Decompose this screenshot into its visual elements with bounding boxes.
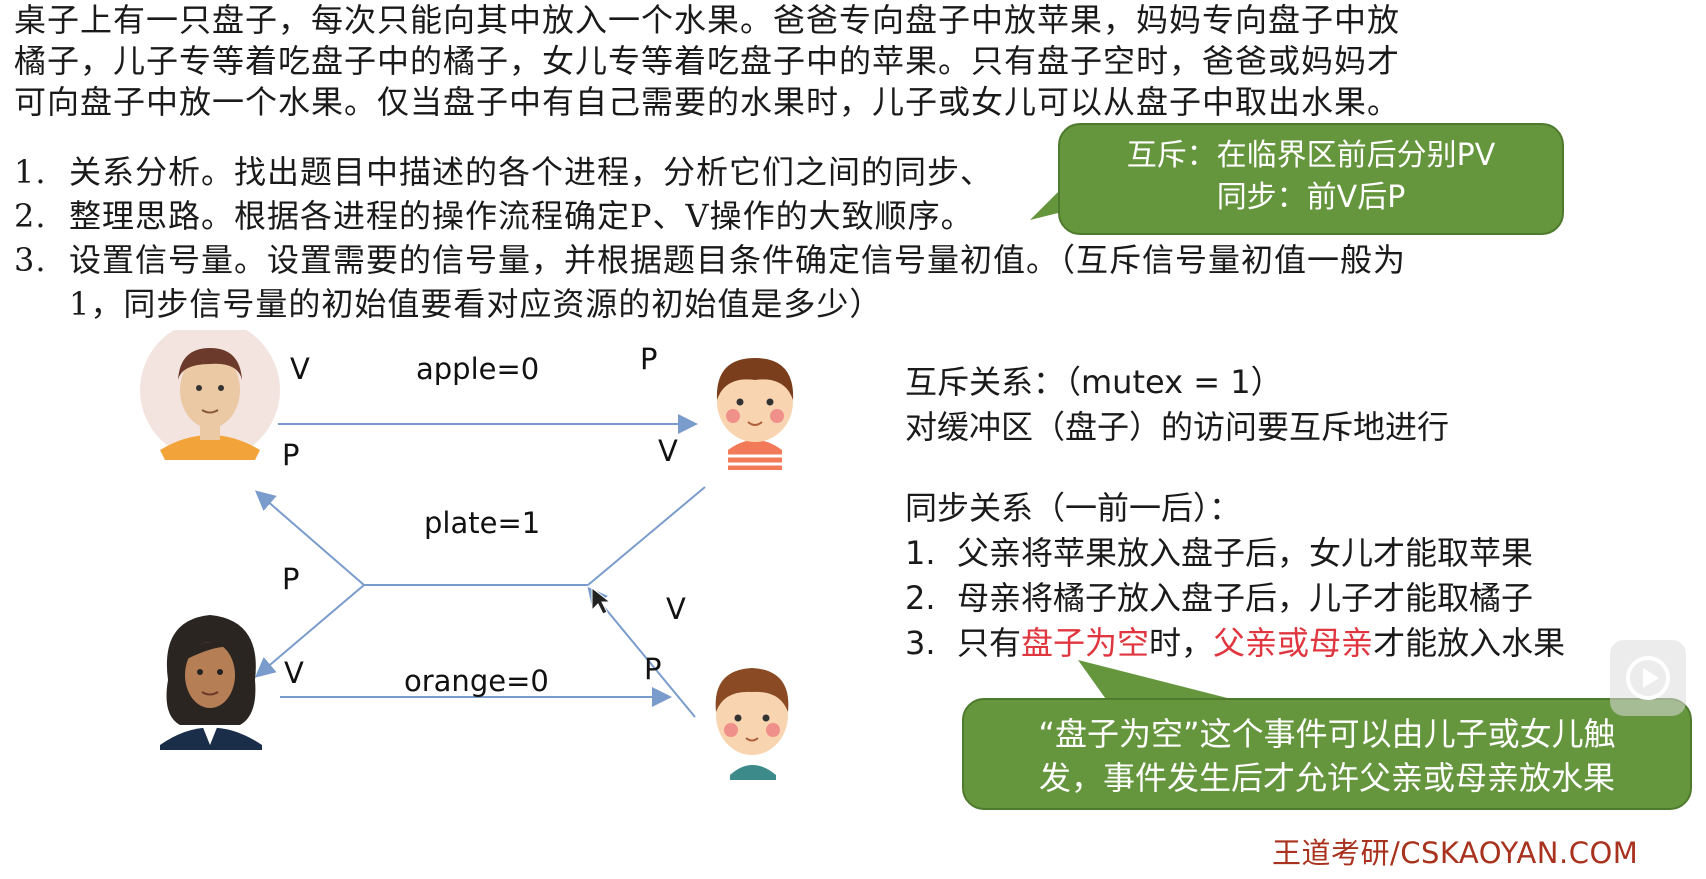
- label-v-daughter: V: [658, 434, 678, 468]
- mutex-desc: 对缓冲区（盘子）的访问要互斥地进行: [905, 408, 1450, 446]
- label-v-son: V: [666, 592, 686, 626]
- play-icon: [1626, 656, 1670, 700]
- step-text: 设置信号量。设置需要的信号量，并根据题目条件确定信号量初值。（互斥信号量初值一般…: [69, 241, 1407, 279]
- step-number: 2.: [14, 197, 47, 235]
- step-text: 关系分析。找出题目中描述的各个进程，分析它们之间的同步、: [69, 153, 994, 191]
- label-p-mother: P: [282, 562, 300, 596]
- plate-to-father-arrow: [254, 490, 365, 586]
- label-p-father: P: [282, 438, 300, 472]
- mother-avatar: [160, 615, 262, 750]
- callout-bottom-line-1: “盘子为空”这个事件可以由儿子或女儿触: [1038, 715, 1616, 753]
- father-avatar: [140, 330, 280, 460]
- play-button[interactable]: [1610, 640, 1686, 716]
- plate-to-mother-arrow: [254, 584, 365, 678]
- sync-title: 同步关系（一前一后）：: [905, 489, 1242, 527]
- callout-top-line-2: 同步：前V后P: [1216, 180, 1406, 215]
- sync-item: 3. 只有盘子为空时，父亲或母亲才能放入水果: [905, 621, 1685, 666]
- sync-item-number: 1.: [905, 534, 936, 572]
- diagram-arrows: [140, 330, 794, 780]
- callout-bottom-line-2: 发，事件发生后才允许父亲或母亲放水果: [1038, 759, 1615, 797]
- sync-item-text-pre: 只有: [957, 624, 1022, 662]
- relations-panel: 互斥关系：（mutex = 1） 对缓冲区（盘子）的访问要互斥地进行 同步关系（…: [905, 360, 1685, 666]
- label-orange: orange=0: [404, 664, 549, 698]
- sync-item: 1. 父亲将苹果放入盘子后，女儿才能取苹果: [905, 531, 1685, 576]
- sync-item-text-post: 才能放入水果: [1373, 624, 1566, 662]
- intro-line-3: 可向盘子中放一个水果。仅当盘子中有自己需要的水果时，儿子或女儿可以从盘子中取出水…: [14, 83, 1401, 121]
- label-p-daughter: P: [640, 342, 658, 376]
- sync-item-text: 母亲将橘子放入盘子后，儿子才能取橘子: [957, 579, 1534, 617]
- step-item: 3. 设置信号量。设置需要的信号量，并根据题目条件确定信号量初值。（互斥信号量初…: [14, 238, 1574, 282]
- label-v-mother: V: [284, 656, 304, 690]
- intro-line-1: 桌子上有一只盘子，每次只能向其中放入一个水果。爸爸专向盘子中放苹果，妈妈专向盘子…: [14, 1, 1401, 39]
- label-v-father: V: [290, 352, 310, 386]
- label-plate: plate=1: [424, 506, 541, 540]
- step-number: 1.: [14, 153, 47, 191]
- callout-bottom: “盘子为空”这个事件可以由儿子或女儿触 发，事件发生后才允许父亲或母亲放水果: [962, 698, 1692, 810]
- intro-line-2: 橘子，儿子专等着吃盘子中的橘子，女儿专等着吃盘子中的苹果。只有盘子空时，爸爸或妈…: [14, 42, 1401, 80]
- label-apple: apple=0: [416, 352, 540, 386]
- step-text: 整理思路。根据各进程的操作流程确定P、V操作的大致顺序。: [69, 197, 974, 235]
- callout-top: 互斥：在临界区前后分别PV 同步：前V后P: [1058, 123, 1564, 235]
- daughter-avatar: [716, 358, 794, 470]
- highlight-plate-empty: 盘子为空: [1021, 624, 1150, 662]
- step-3-continuation: 1，同步信号量的初始值要看对应资源的初始值是多少）: [69, 285, 883, 323]
- label-p-son: P: [644, 652, 662, 686]
- sync-item-text-mid: 时，: [1149, 624, 1214, 662]
- pv-diagram: V apple=0 P P V plate=1 P V V orange=0 P: [0, 330, 900, 850]
- daughter-to-plate-line: [587, 486, 706, 586]
- callout-top-line-1: 互斥：在临界区前后分别PV: [1126, 138, 1496, 173]
- mutex-title: 互斥关系：（mutex = 1）: [905, 363, 1283, 401]
- sync-item-number: 2.: [905, 579, 936, 617]
- highlight-parent: 父亲或母亲: [1213, 624, 1374, 662]
- son-avatar: [715, 668, 789, 780]
- step-number: 3.: [14, 241, 47, 279]
- sync-item-text: 父亲将苹果放入盘子后，女儿才能取苹果: [957, 534, 1534, 572]
- problem-statement: 桌子上有一只盘子，每次只能向其中放入一个水果。爸爸专向盘子中放苹果，妈妈专向盘子…: [14, 0, 1554, 123]
- sync-item-number: 3.: [905, 624, 936, 662]
- sync-item: 2. 母亲将橘子放入盘子后，儿子才能取橘子: [905, 576, 1685, 621]
- footer-brand: 王道考研/CSKAOYAN.COM: [1272, 836, 1639, 870]
